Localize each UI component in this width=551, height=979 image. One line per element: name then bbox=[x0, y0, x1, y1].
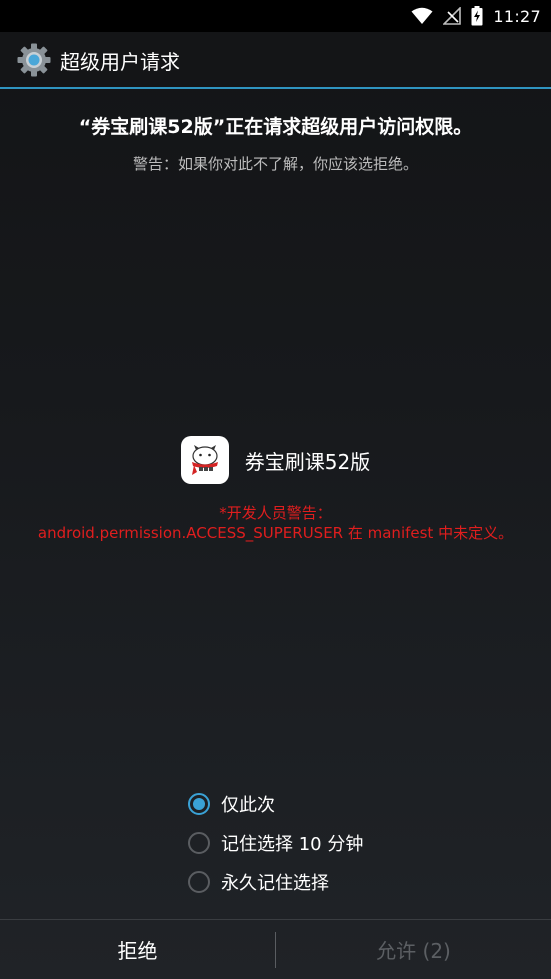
button-bar: 拒绝 允许 (2) bbox=[0, 919, 551, 979]
status-time: 11:27 bbox=[493, 6, 541, 26]
option-remember-10-min[interactable]: 记住选择 10 分钟 bbox=[188, 823, 488, 862]
option-once[interactable]: 仅此次 bbox=[188, 784, 488, 823]
developer-warning-detail: android.permission.ACCESS_SUPERUSER 在 ma… bbox=[37, 524, 514, 542]
allow-button[interactable]: 允许 (2) bbox=[276, 920, 551, 979]
app-icon bbox=[180, 436, 229, 484]
settings-gear-icon bbox=[17, 43, 51, 77]
request-headline: “券宝刷课52版”正在请求超级用户访问权限。 bbox=[78, 116, 473, 138]
superuser-request-screen: 11:27 超级用户请求 “券宝刷课52版”正在请求超级用户访问权限。 警告：如… bbox=[0, 0, 551, 979]
option-label: 永久记住选择 bbox=[221, 872, 329, 894]
action-bar-divider bbox=[0, 87, 551, 89]
no-signal-icon bbox=[443, 7, 462, 25]
app-name: 券宝刷课52版 bbox=[244, 449, 371, 474]
app-info: 券宝刷课52版 bbox=[0, 436, 551, 484]
request-warning: 警告：如果你对此不了解，你应该选拒绝。 bbox=[132, 155, 418, 173]
action-bar: 超级用户请求 bbox=[0, 32, 551, 88]
status-bar: 11:27 bbox=[0, 0, 551, 32]
deny-button[interactable]: 拒绝 bbox=[0, 920, 275, 979]
action-bar-title: 超级用户请求 bbox=[60, 49, 180, 74]
option-label: 记住选择 10 分钟 bbox=[221, 833, 364, 855]
wifi-icon bbox=[411, 7, 433, 24]
remember-options: 仅此次 记住选择 10 分钟 永久记住选择 bbox=[188, 784, 488, 901]
radio-remember-forever[interactable] bbox=[188, 870, 210, 893]
radio-once[interactable] bbox=[188, 792, 210, 815]
option-label: 仅此次 bbox=[221, 794, 275, 816]
app-icon-figure bbox=[191, 445, 218, 475]
radio-remember-10-min[interactable] bbox=[188, 831, 210, 854]
battery-charging-icon bbox=[471, 6, 483, 26]
option-remember-forever[interactable]: 永久记住选择 bbox=[188, 862, 488, 901]
developer-warning-title: *开发人员警告： bbox=[219, 504, 332, 522]
